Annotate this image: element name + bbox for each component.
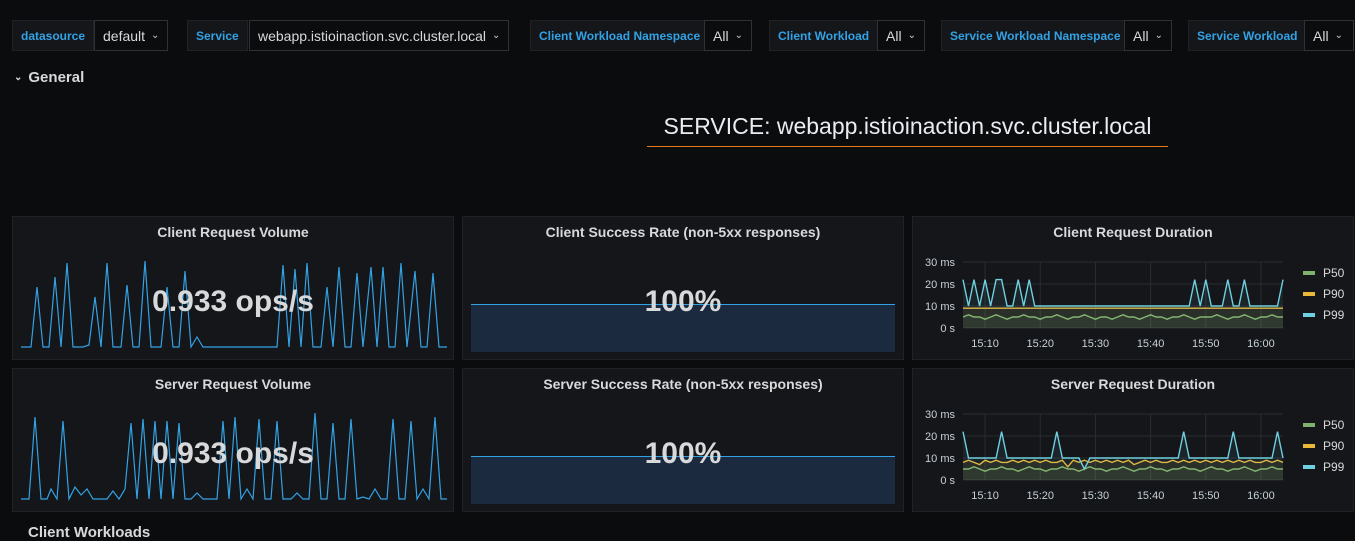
x-tick-label: 15:30 xyxy=(1082,490,1110,502)
legend-label: P50 xyxy=(1323,265,1345,280)
y-tick-label: 30 ms xyxy=(925,257,955,269)
row-title: General xyxy=(28,69,85,86)
var-value: All xyxy=(886,27,902,44)
panel-client-request-duration[interactable]: Client Request Duration 30 ms 20 ms 10 ms 0… xyxy=(912,216,1354,360)
legend-item-p99[interactable]: P99 xyxy=(1303,456,1344,477)
chevron-down-icon: ⌄ xyxy=(1154,30,1163,41)
var-select-client-workload[interactable]: All ⌄ xyxy=(877,20,925,51)
x-tick-label: 16:00 xyxy=(1247,338,1275,350)
y-tick-label: 20 ms xyxy=(925,431,955,443)
x-tick-label: 15:20 xyxy=(1026,490,1054,502)
chevron-down-icon: ⌄ xyxy=(151,30,160,41)
y-tick-label: 0 s xyxy=(940,323,955,335)
x-tick-label: 15:50 xyxy=(1192,338,1220,350)
panel-title: Server Success Rate (non-5xx responses) xyxy=(543,376,823,392)
legend-label: P90 xyxy=(1323,286,1345,301)
panel-title: Server Request Duration xyxy=(1050,376,1216,392)
var-select-service[interactable]: webapp.istioinaction.svc.cluster.local ⌄ xyxy=(249,20,510,51)
var-select-service-workload-namespace[interactable]: All ⌄ xyxy=(1124,20,1172,51)
legend-item-p50[interactable]: P50 xyxy=(1303,414,1344,435)
y-tick-label: 10 ms xyxy=(925,453,955,465)
x-tick-label: 15:20 xyxy=(1026,338,1054,350)
chevron-down-icon: ⌄ xyxy=(907,30,916,41)
var-value: default xyxy=(103,27,146,44)
service-banner: SERVICE: webapp.istioinaction.svc.cluste… xyxy=(647,113,1168,147)
y-tick-label: 30 ms xyxy=(925,409,955,421)
legend-item-p90[interactable]: P90 xyxy=(1303,283,1344,304)
chevron-down-icon: ⌄ xyxy=(14,72,23,83)
legend-item-p90[interactable]: P90 xyxy=(1303,435,1344,456)
legend: P50 P90 P99 xyxy=(1303,414,1344,477)
legend-label: P90 xyxy=(1323,438,1345,453)
panel-title: Client Success Rate (non-5xx responses) xyxy=(545,224,821,240)
chevron-down-icon: ⌄ xyxy=(1334,30,1343,41)
stat-value: 0.933 ops/s xyxy=(152,285,314,318)
var-label-datasource: datasource xyxy=(12,20,95,51)
row-general[interactable]: ⌄ General xyxy=(14,69,84,86)
var-select-client-workload-namespace[interactable]: All ⌄ xyxy=(704,20,752,51)
stat-value: 100% xyxy=(644,285,722,318)
panel-server-request-duration[interactable]: Server Request Duration 30 ms 20 ms 10 ms 0… xyxy=(912,368,1354,512)
var-label-service: Service xyxy=(187,20,248,51)
var-select-datasource[interactable]: default ⌄ xyxy=(94,20,169,51)
var-label-client-workload: Client Workload xyxy=(769,20,879,51)
x-tick-label: 15:10 xyxy=(971,490,999,502)
y-tick-label: 10 ms xyxy=(925,301,955,313)
legend: P50 P90 P99 xyxy=(1303,262,1344,325)
client-duration-chart: 30 ms 20 ms 10 ms 0 s 15:10 15:20 15:30 15:40 15… xyxy=(925,257,1284,350)
var-label-service-workload: Service Workload xyxy=(1188,20,1307,51)
legend-item-p50[interactable]: P50 xyxy=(1303,262,1344,283)
x-tick-label: 15:40 xyxy=(1137,490,1165,502)
var-value: All xyxy=(1313,27,1329,44)
chevron-down-icon: ⌄ xyxy=(492,30,501,41)
panel-server-request-volume[interactable]: Server Request Volume 0.933 ops/s xyxy=(12,368,454,512)
var-value: webapp.istioinaction.svc.cluster.local xyxy=(258,27,487,44)
var-select-service-workload[interactable]: All ⌄ xyxy=(1304,20,1354,51)
x-tick-label: 15:10 xyxy=(971,338,999,350)
panel-title: Client Request Volume xyxy=(157,224,309,240)
x-tick-label: 15:30 xyxy=(1082,338,1110,350)
chevron-down-icon: ⌄ xyxy=(734,30,743,41)
server-duration-chart: 30 ms 20 ms 10 ms 0 s 15:10 15:20 15:30 15:40 15… xyxy=(925,409,1284,502)
var-value: All xyxy=(1133,27,1149,44)
x-tick-label: 16:00 xyxy=(1247,490,1275,502)
legend-label: P50 xyxy=(1323,417,1345,432)
y-tick-label: 20 ms xyxy=(925,279,955,291)
x-tick-label: 15:40 xyxy=(1137,338,1165,350)
var-label-service-workload-namespace: Service Workload Namespace xyxy=(941,20,1130,51)
stat-value: 100% xyxy=(644,437,722,470)
y-tick-label: 0 s xyxy=(940,475,955,487)
panel-client-success-rate[interactable]: Client Success Rate (non-5xx responses) … xyxy=(462,216,904,360)
var-label-client-workload-namespace: Client Workload Namespace xyxy=(530,20,710,51)
x-tick-label: 15:50 xyxy=(1192,490,1220,502)
panel-title: Client Request Duration xyxy=(1053,224,1213,240)
legend-label: P99 xyxy=(1323,307,1345,322)
panel-title: Server Request Volume xyxy=(154,376,312,392)
stat-value: 0.933 ops/s xyxy=(152,437,314,470)
panel-client-request-volume[interactable]: Client Request Volume 0.933 ops/s xyxy=(12,216,454,360)
legend-item-p99[interactable]: P99 xyxy=(1303,304,1344,325)
legend-label: P99 xyxy=(1323,459,1345,474)
var-value: All xyxy=(713,27,729,44)
series-area-p99 xyxy=(963,279,1283,328)
panel-server-success-rate[interactable]: Server Success Rate (non-5xx responses) … xyxy=(462,368,904,512)
